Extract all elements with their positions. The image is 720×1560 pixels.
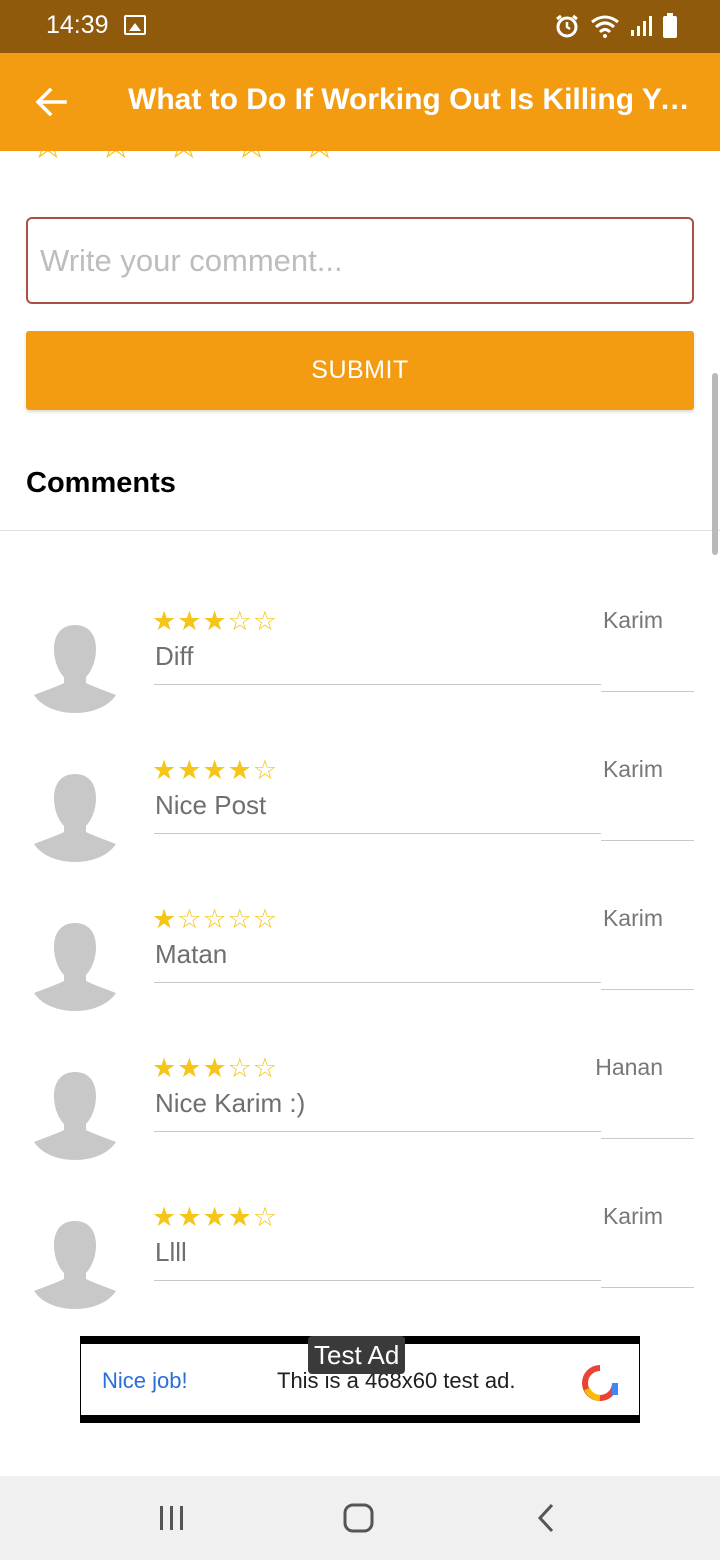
comment-divider <box>154 1280 601 1281</box>
back-icon <box>537 1503 554 1533</box>
nav-back-button[interactable] <box>523 1498 569 1538</box>
star-filled-icon: ★ <box>202 606 228 636</box>
star-filled-icon: ★ <box>202 1053 228 1083</box>
comment-text: Nice Karim :) <box>155 1088 306 1118</box>
comment-divider <box>154 833 601 834</box>
comment-text: Diff <box>155 641 194 671</box>
star-empty-icon: ☆ <box>252 1053 279 1083</box>
comments-heading: Comments <box>26 467 176 499</box>
alarm-icon <box>556 14 578 38</box>
comment-rating: ★★★☆☆ <box>152 606 278 637</box>
rating-star-3[interactable]: ☆ <box>166 151 202 165</box>
recent-apps-button[interactable] <box>149 1498 195 1538</box>
star-filled-icon: ★ <box>227 755 253 785</box>
rating-input[interactable]: ☆ ☆ ☆ ☆ ☆ <box>0 151 720 181</box>
rating-star-5[interactable]: ☆ <box>301 151 337 165</box>
ad-logo-icon <box>582 1365 618 1401</box>
ad-headline: Nice job! <box>102 1368 188 1393</box>
nav-bar <box>0 1476 720 1560</box>
star-filled-icon: ★ <box>177 755 203 785</box>
author-divider <box>601 1138 694 1139</box>
recent-apps-icon <box>160 1506 183 1530</box>
divider <box>0 530 720 531</box>
avatar-icon <box>34 923 116 1011</box>
star-filled-icon: ★ <box>177 606 203 636</box>
signal-icon <box>631 16 652 36</box>
comment-text: Llll <box>155 1237 187 1267</box>
comment-item: ★★★★☆ Nice Post Karim <box>0 750 720 899</box>
comment-item: ★★★★☆ Llll Karim <box>0 1197 720 1346</box>
rating-star-4[interactable]: ☆ <box>234 151 270 165</box>
comment-rating: ★★★☆☆ <box>152 1053 278 1084</box>
comment-rating: ★★★★☆ <box>152 755 278 786</box>
scrollbar-thumb[interactable] <box>712 373 718 555</box>
rating-star-2[interactable]: ☆ <box>98 151 134 165</box>
star-filled-icon: ★ <box>227 1202 253 1232</box>
comment-text: Nice Post <box>155 790 267 820</box>
back-button[interactable] <box>28 79 74 125</box>
author-divider <box>601 989 694 990</box>
status-time: 14:39 <box>46 11 109 39</box>
star-empty-icon: ☆ <box>227 606 253 636</box>
star-empty-icon: ☆ <box>177 904 203 934</box>
comment-author: Karim <box>602 607 663 633</box>
star-empty-icon: ☆ <box>252 606 279 636</box>
comment-author: Karim <box>602 905 663 931</box>
comment-divider <box>154 982 601 983</box>
author-divider <box>601 840 694 841</box>
comment-rating: ★☆☆☆☆ <box>152 904 278 935</box>
star-filled-icon: ★ <box>202 1202 228 1232</box>
star-empty-icon: ☆ <box>252 755 279 785</box>
avatar-icon <box>34 774 116 862</box>
ad-label: Test Ad <box>308 1336 406 1374</box>
star-filled-icon: ★ <box>152 904 178 934</box>
home-icon <box>343 1503 374 1533</box>
star-filled-icon: ★ <box>152 755 178 785</box>
status-icons <box>554 12 678 40</box>
comment-input[interactable] <box>26 217 694 304</box>
wifi-icon <box>591 15 619 38</box>
comment-author: Hanan <box>595 1054 663 1080</box>
star-empty-icon: ☆ <box>202 904 228 934</box>
star-filled-icon: ★ <box>152 1053 178 1083</box>
avatar-icon <box>34 625 116 713</box>
arrow-left-icon <box>35 88 67 116</box>
star-filled-icon: ★ <box>177 1053 203 1083</box>
submit-button[interactable]: SUBMIT <box>26 331 694 410</box>
comment-author: Karim <box>602 756 663 782</box>
home-button[interactable] <box>336 1498 382 1538</box>
status-bar: 14:39 <box>0 0 720 53</box>
comment-item: ★☆☆☆☆ Matan Karim <box>0 899 720 1048</box>
image-icon <box>124 15 146 35</box>
star-filled-icon: ★ <box>177 1202 203 1232</box>
author-divider <box>601 691 694 692</box>
star-empty-icon: ☆ <box>227 904 253 934</box>
page-title: What to Do If Working Out Is Killing You… <box>128 83 698 116</box>
star-empty-icon: ☆ <box>252 1202 279 1232</box>
comment-rating: ★★★★☆ <box>152 1202 278 1233</box>
star-empty-icon: ☆ <box>252 904 279 934</box>
comment-divider <box>154 1131 601 1132</box>
star-empty-icon: ☆ <box>227 1053 253 1083</box>
comment-divider <box>154 684 601 685</box>
comment-text: Matan <box>155 939 228 969</box>
avatar-icon <box>34 1221 116 1309</box>
ad-banner[interactable]: Nice job! This is a 468x60 test ad. Test… <box>80 1336 640 1423</box>
app-bar: What to Do If Working Out Is Killing You… <box>0 53 720 151</box>
author-divider <box>601 1287 694 1288</box>
star-filled-icon: ★ <box>202 755 228 785</box>
comment-item: ★★★☆☆ Nice Karim :) Hanan <box>0 1048 720 1197</box>
avatar-icon <box>34 1072 116 1160</box>
star-filled-icon: ★ <box>152 606 178 636</box>
battery-icon <box>663 13 677 38</box>
star-filled-icon: ★ <box>152 1202 178 1232</box>
comment-item: ★★★☆☆ Diff Karim <box>0 601 720 750</box>
comment-author: Karim <box>602 1203 663 1229</box>
rating-star-1[interactable]: ☆ <box>30 151 66 165</box>
